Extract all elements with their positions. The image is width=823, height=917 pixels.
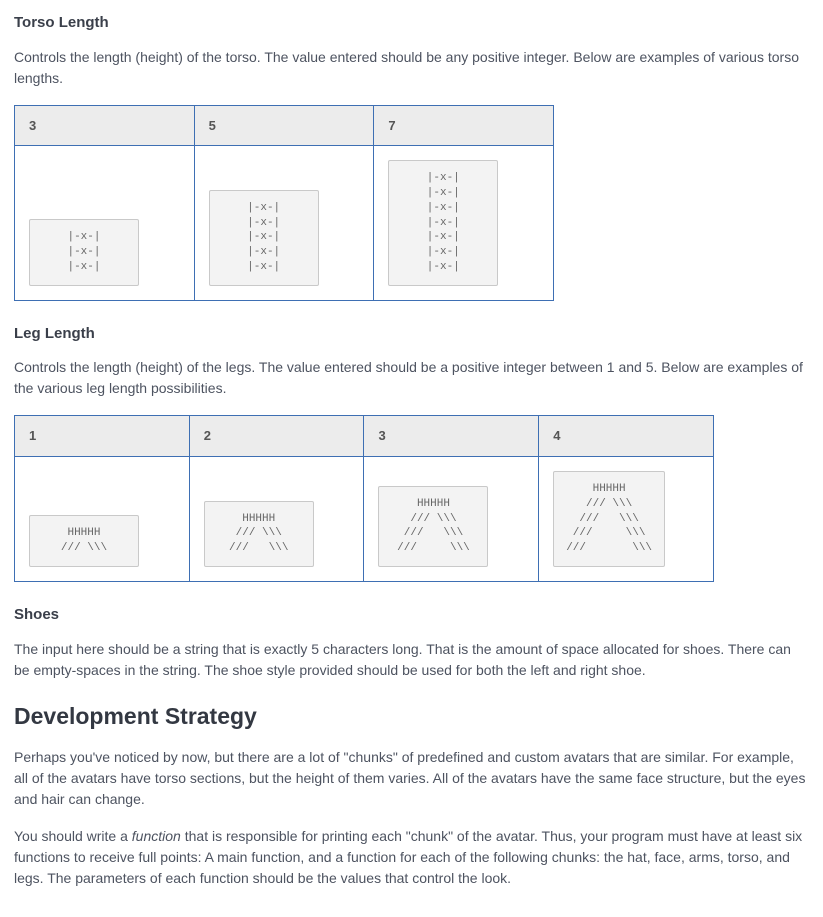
table-header-row: 3 5 7: [15, 105, 554, 146]
strategy-p1: Perhaps you've noticed by now, but there…: [14, 747, 809, 810]
code-sample: |-x-| |-x-| |-x-|: [29, 219, 139, 286]
strategy-heading: Development Strategy: [14, 699, 809, 734]
col-header: 3: [364, 416, 539, 457]
strategy-p2b-em: function: [132, 828, 181, 844]
strategy-p2: You should write a function that is resp…: [14, 826, 809, 889]
col-header: 5: [194, 105, 374, 146]
col-header: 1: [15, 416, 190, 457]
legs-heading: Leg Length: [14, 323, 809, 346]
shoes-heading: Shoes: [14, 604, 809, 627]
table-row: |-x-| |-x-| |-x-| |-x-| |-x-| |-x-| |-x-…: [15, 146, 554, 301]
col-header: 3: [15, 105, 195, 146]
shoes-desc: The input here should be a string that i…: [14, 639, 809, 681]
torso-desc: Controls the length (height) of the tors…: [14, 47, 809, 89]
legs-table: 1 2 3 4 HHHHH /// \\\ HHHHH /// \\\ /// …: [14, 415, 714, 582]
code-sample: |-x-| |-x-| |-x-| |-x-| |-x-| |-x-| |-x-…: [388, 160, 498, 286]
code-sample: HHHHH /// \\\ /// \\\ /// \\\: [378, 486, 488, 567]
code-sample: |-x-| |-x-| |-x-| |-x-| |-x-|: [209, 190, 319, 286]
col-header: 7: [374, 105, 554, 146]
col-header: 2: [189, 416, 364, 457]
legs-desc: Controls the length (height) of the legs…: [14, 357, 809, 399]
col-header: 4: [539, 416, 714, 457]
torso-heading: Torso Length: [14, 12, 809, 35]
table-row: HHHHH /// \\\ HHHHH /// \\\ /// \\\ HHHH…: [15, 456, 714, 581]
torso-table: 3 5 7 |-x-| |-x-| |-x-| |-x-| |-x-| |-x-…: [14, 105, 554, 301]
code-sample: HHHHH /// \\\: [29, 515, 139, 567]
table-header-row: 1 2 3 4: [15, 416, 714, 457]
code-sample: HHHHH /// \\\ /// \\\ /// \\\ /// \\\: [553, 471, 665, 567]
code-sample: HHHHH /// \\\ /// \\\: [204, 501, 314, 568]
strategy-p2a: You should write a: [14, 828, 132, 844]
